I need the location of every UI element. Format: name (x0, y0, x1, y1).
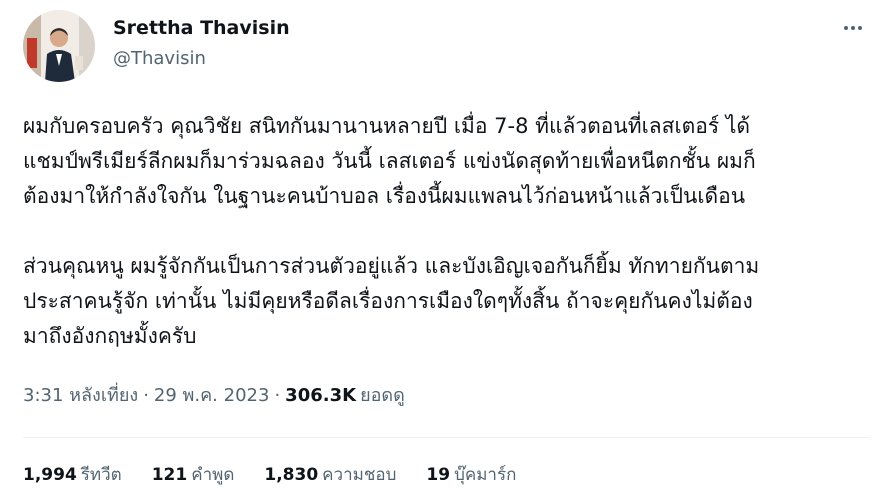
stat-count: 19 (426, 465, 451, 485)
stat-label: ความชอบ (322, 465, 397, 485)
stat-count: 121 (151, 465, 188, 485)
stat-label: บุ๊คมาร์ก (454, 465, 517, 485)
tweet-line: ประสาคนรู้จัก เท่านั้น ไม่มีคุยหรือดีลเร… (23, 289, 753, 313)
stat-label: รีทวีต (80, 465, 122, 485)
views-label: ยอดดู (360, 385, 405, 406)
meta-separator: · (143, 385, 149, 406)
likes-stat[interactable]: 1,830 ความชอบ (264, 461, 396, 489)
bookmarks-stat[interactable]: 19 บุ๊คมาร์ก (426, 461, 516, 489)
quotes-stat[interactable]: 121 คำพูด (152, 461, 235, 489)
stat-count: 1,830 (264, 465, 319, 485)
tweet-date: 29 พ.ค. 2023 (153, 385, 270, 406)
more-options-icon (844, 26, 848, 30)
tweet-line: ผมกับครอบครัว คุณวิชัย สนิทกันมานานหลายป… (23, 114, 751, 138)
stat-label: คำพูด (191, 465, 235, 485)
tweet-timestamp[interactable]: 3:31 หลังเที่ยง · 29 พ.ค. 2023 (23, 385, 269, 406)
author-handle[interactable]: @Thavisin (113, 47, 206, 71)
tweet-meta: 3:31 หลังเที่ยง · 29 พ.ค. 2023 · 306.3K ยอดดู (23, 381, 405, 411)
retweets-stat[interactable]: 1,994 รีทวีต (23, 461, 122, 489)
more-options-icon (858, 26, 862, 30)
more-options-button[interactable] (836, 14, 870, 42)
tweet-line: ส่วนคุณหนู ผมรู้จักกันเป็นการส่วนตัวอยู่… (23, 254, 760, 278)
avatar[interactable] (23, 10, 95, 82)
stat-count: 1,994 (23, 465, 77, 485)
meta-separator: · (274, 385, 281, 406)
avatar-photo-icon (23, 10, 95, 82)
tweet-line: มาถึงอังกฤษมั้งครับ (23, 324, 197, 348)
tweet-time: 3:31 หลังเที่ยง (23, 385, 139, 406)
engagement-stats: 1,994 รีทวีต 121 คำพูด 1,830 ความชอบ 19 บุ๊ค… (23, 461, 546, 489)
tweet-paragraph: ผมกับครอบครัว คุณวิชัย สนิทกันมานานหลายป… (23, 109, 873, 214)
divider (23, 437, 870, 438)
tweet-paragraph: ส่วนคุณหนู ผมรู้จักกันเป็นการส่วนตัวอยู่… (23, 249, 873, 354)
author-name[interactable]: Srettha Thavisin (113, 16, 290, 40)
tweet-line: ต้องมาให้กำลังใจกัน ในฐานะคนบ้าบอล เรื่อ… (23, 184, 746, 208)
more-options-icon (851, 26, 855, 30)
tweet-line: แชมป์พรีเมียร์ลีกผมก็มาร่วมฉลอง วันนี้ เ… (23, 149, 756, 173)
tweet-card: Srettha Thavisin @Thavisin ผมกับครอบครัว… (0, 0, 890, 502)
views-count: 306.3K (285, 385, 357, 406)
tweet-text: ผมกับครอบครัว คุณวิชัย สนิทกันมานานหลายป… (23, 109, 873, 354)
